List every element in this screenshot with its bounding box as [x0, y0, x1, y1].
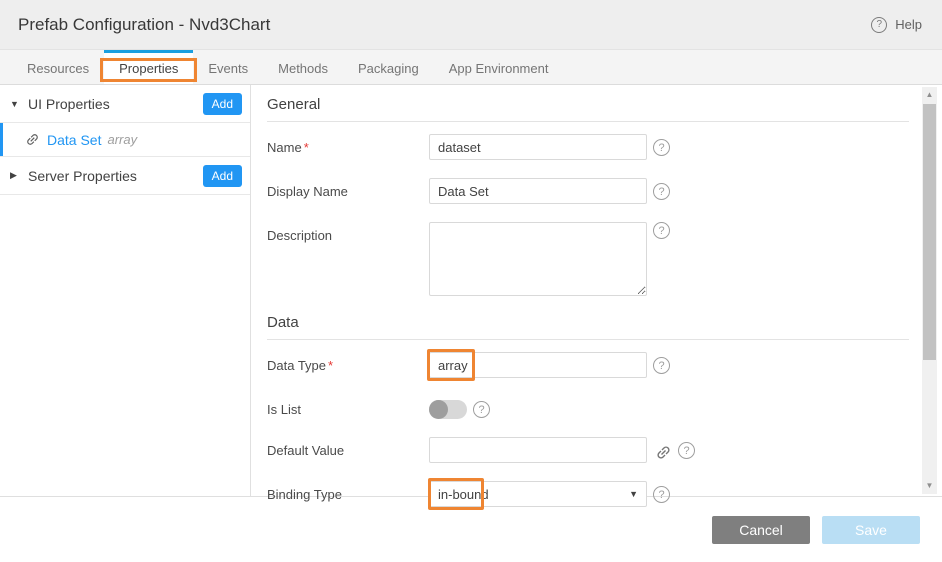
default-value-help-icon[interactable]: ? [678, 442, 695, 459]
dialog-title: Prefab Configuration - Nvd3Chart [18, 15, 270, 35]
cancel-button[interactable]: Cancel [712, 516, 810, 544]
field-label: Is List [267, 396, 429, 417]
sidebar-item-type: array [107, 132, 137, 147]
sidebar-group-label: UI Properties [28, 96, 203, 112]
field-label: Description [267, 222, 429, 243]
caret-expanded-icon[interactable]: ▼ [10, 99, 28, 109]
section-heading-data: Data [267, 314, 909, 340]
add-server-property-button[interactable]: Add [203, 165, 242, 187]
binding-type-select[interactable]: in-bound ▼ [429, 481, 647, 507]
field-row-name: Name* ? [267, 134, 909, 160]
caret-collapsed-icon[interactable]: ▶ [10, 170, 28, 181]
tab-events[interactable]: Events [193, 50, 263, 84]
help-button[interactable]: ? Help [871, 17, 922, 33]
save-button[interactable]: Save [822, 516, 920, 544]
data-type-input[interactable] [429, 352, 647, 378]
required-marker: * [304, 140, 309, 155]
dialog-header: Prefab Configuration - Nvd3Chart ? Help [0, 0, 942, 50]
dropdown-arrow-icon: ▼ [629, 489, 638, 499]
field-label: Data Type* [267, 352, 429, 373]
field-row-default-value: Default Value ? [267, 437, 909, 463]
vertical-scrollbar[interactable]: ▲ ▼ [922, 87, 937, 494]
binding-link-icon [22, 129, 43, 150]
is-list-toggle[interactable] [429, 400, 467, 419]
name-help-icon[interactable]: ? [653, 139, 670, 156]
description-textarea[interactable] [429, 222, 647, 296]
field-row-is-list: Is List ? [267, 396, 909, 419]
sidebar-item-data-set[interactable]: Data Set array [0, 122, 250, 157]
field-label: Default Value [267, 437, 429, 458]
field-row-data-type: Data Type* ? [267, 352, 909, 378]
tab-bar: Resources Properties Events Methods Pack… [0, 50, 942, 85]
is-list-help-icon[interactable]: ? [473, 401, 490, 418]
sidebar-group-ui-properties[interactable]: ▼ UI Properties Add [0, 85, 250, 122]
binding-type-selected-value: in-bound [438, 487, 489, 502]
section-heading-general: General [267, 96, 909, 122]
help-icon: ? [871, 17, 887, 33]
name-input[interactable] [429, 134, 647, 160]
field-row-binding-type: Binding Type in-bound ▼ ? [267, 481, 909, 507]
data-type-help-icon[interactable]: ? [653, 357, 670, 374]
field-row-display-name: Display Name ? [267, 178, 909, 204]
dialog-body: ▼ UI Properties Add Data Set array ▶ Ser… [0, 85, 942, 497]
display-name-help-icon[interactable]: ? [653, 183, 670, 200]
scroll-up-arrow-icon[interactable]: ▲ [922, 89, 937, 101]
bind-property-icon[interactable] [651, 440, 675, 464]
binding-type-help-icon[interactable]: ? [653, 486, 670, 503]
field-label: Display Name [267, 178, 429, 199]
add-ui-property-button[interactable]: Add [203, 93, 242, 115]
display-name-input[interactable] [429, 178, 647, 204]
field-row-description: Description ? [267, 222, 909, 296]
property-form-panel: General Name* ? Display Name ? Descripti [251, 85, 942, 496]
scroll-down-arrow-icon[interactable]: ▼ [922, 480, 937, 492]
default-value-input[interactable] [429, 437, 647, 463]
required-marker: * [328, 358, 333, 373]
sidebar-group-server-properties[interactable]: ▶ Server Properties Add [0, 157, 250, 195]
sidebar-item-label: Data Set [47, 132, 101, 148]
field-label: Name* [267, 134, 429, 155]
properties-sidebar: ▼ UI Properties Add Data Set array ▶ Ser… [0, 85, 251, 496]
tab-app-environment[interactable]: App Environment [434, 50, 564, 84]
tab-resources[interactable]: Resources [12, 50, 104, 84]
tab-methods[interactable]: Methods [263, 50, 343, 84]
scrollbar-thumb[interactable] [923, 104, 936, 360]
description-help-icon[interactable]: ? [653, 222, 670, 239]
help-label: Help [895, 17, 922, 32]
tab-packaging[interactable]: Packaging [343, 50, 434, 84]
tab-properties[interactable]: Properties [104, 50, 193, 84]
toggle-knob [429, 400, 448, 419]
field-label: Binding Type [267, 481, 429, 502]
sidebar-group-label: Server Properties [28, 168, 203, 184]
